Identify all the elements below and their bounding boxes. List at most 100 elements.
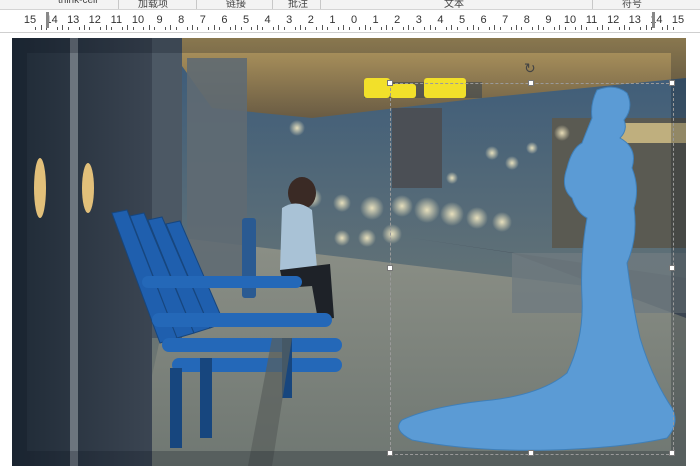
ruler-tick: [278, 25, 280, 30]
ruler-tick: [553, 27, 555, 30]
resize-handle-bottom-right[interactable]: [669, 450, 675, 456]
ruler-label: 4: [264, 14, 271, 26]
ruler-tick: [273, 27, 274, 30]
slide-canvas[interactable]: ↻: [0, 33, 700, 466]
ruler-tick: [251, 27, 253, 30]
ribbon-separator: [272, 0, 273, 9]
ruler-tick: [327, 27, 328, 30]
ruler-tick: [219, 27, 220, 30]
ruler-tick: [391, 27, 393, 30]
ribbon-group-comments[interactable]: 批注: [288, 0, 308, 9]
ruler-tick: [413, 27, 415, 30]
ruler-tick: [543, 27, 544, 30]
photo-illustration: [12, 38, 686, 466]
resize-handle-top[interactable]: [528, 80, 534, 86]
ruler-label: 11: [110, 14, 123, 26]
ruler-tick: [154, 27, 156, 30]
ruler-tick: [62, 25, 64, 30]
ruler-tick: [661, 27, 663, 30]
ruler-tick: [424, 27, 426, 30]
ruler-tick: [192, 25, 193, 30]
ruler-label: 15: [671, 14, 685, 26]
ruler-tick: [35, 27, 37, 30]
ruler-label: 2: [307, 14, 314, 26]
ruler-tick: [456, 27, 458, 30]
ruler-tick: [597, 27, 598, 30]
ruler-tick: [111, 27, 112, 30]
ruler-tick: [607, 27, 609, 30]
ruler-tick: [305, 27, 307, 30]
ruler-label: 7: [502, 14, 509, 26]
railway-platform-photo[interactable]: [12, 38, 686, 466]
ruler-tick: [521, 27, 523, 30]
ruler-tick: [337, 27, 339, 30]
resize-handle-bottom[interactable]: [528, 450, 534, 456]
ruler-tick: [640, 27, 642, 30]
ruler-tick: [67, 27, 69, 30]
ruler-tick: [586, 27, 588, 30]
ruler-tick: [381, 27, 382, 30]
ruler-tick: [435, 27, 436, 30]
ruler-label: 1: [329, 14, 336, 26]
ribbon-group-addins[interactable]: 加载项: [138, 0, 168, 9]
resize-handle-top-right[interactable]: [669, 80, 675, 86]
ruler-tick: [143, 27, 145, 30]
ribbon-group-symbols[interactable]: 符号: [622, 0, 642, 9]
ruler-tick: [499, 27, 501, 30]
ribbon-group-think-cell[interactable]: think-cell: [58, 0, 97, 6]
ruler-tick: [645, 25, 647, 30]
ribbon-group-text[interactable]: 文本: [444, 0, 464, 9]
ruler-tick: [510, 27, 512, 30]
resize-handle-bottom-left[interactable]: [387, 450, 393, 456]
ruler-tick: [624, 25, 625, 30]
ruler-tick: [575, 27, 577, 30]
ruler-tick: [667, 25, 669, 30]
horizontal-ruler[interactable]: 15 14 13 12 11 10 9 8 7 6 5 4 3 2 1 0 1 2 3 4 5 6 7 8 9 10 11 12 13 1…: [0, 10, 700, 33]
ruler-tick: [370, 27, 372, 30]
ruler-tick: [402, 27, 404, 30]
ruler-tick: [564, 27, 566, 30]
ruler-label: 3: [286, 14, 293, 26]
ruler-label: 15: [23, 14, 37, 26]
resize-handle-left[interactable]: [387, 265, 393, 271]
ruler-tick: [343, 25, 345, 30]
ruler-tick: [40, 25, 42, 30]
ruler-indent-marker[interactable]: [46, 12, 49, 28]
ruler-tick: [445, 27, 447, 30]
resize-handle-top-left[interactable]: [387, 80, 393, 86]
ruler-label: 3: [415, 14, 422, 26]
ruler-label: 13: [67, 14, 80, 26]
ruler-label: 10: [563, 14, 577, 26]
ruler-tick: [148, 25, 150, 30]
ruler-tick: [618, 27, 620, 30]
ruler-label: 0: [350, 14, 358, 26]
ruler-tick: [672, 27, 674, 30]
ruler-label: 11: [585, 14, 598, 26]
ruler-indent-marker-right[interactable]: [652, 12, 655, 28]
ruler-tick: [186, 27, 188, 30]
rotate-icon[interactable]: ↻: [524, 61, 536, 75]
ruler-tick: [364, 25, 366, 30]
ribbon-group-labels: think-cell 加载项 链接 批注 文本 符号: [0, 0, 700, 10]
ruler-label: 12: [607, 14, 620, 26]
ruler-tick: [256, 25, 258, 30]
ruler-tick: [532, 27, 534, 30]
ruler-tick: [294, 27, 296, 30]
ruler-tick: [559, 25, 561, 30]
ruler-tick: [84, 25, 85, 30]
ruler-tick: [213, 25, 215, 30]
ruler-tick: [494, 25, 496, 30]
ruler-tick: [240, 27, 242, 30]
ribbon-group-links[interactable]: 链接: [226, 0, 246, 9]
ruler-label: 13: [628, 14, 641, 26]
ruler-label: 10: [131, 14, 145, 26]
ruler-tick: [429, 25, 431, 30]
ruler-tick: [262, 27, 264, 30]
ruler-label: 8: [523, 14, 530, 26]
ruler-label: 5: [458, 14, 466, 26]
ruler-tick: [78, 27, 80, 30]
ruler-tick: [472, 25, 474, 30]
ruler-tick: [127, 25, 129, 30]
resize-handle-right[interactable]: [669, 265, 675, 271]
ruler-label: 1: [372, 14, 379, 26]
